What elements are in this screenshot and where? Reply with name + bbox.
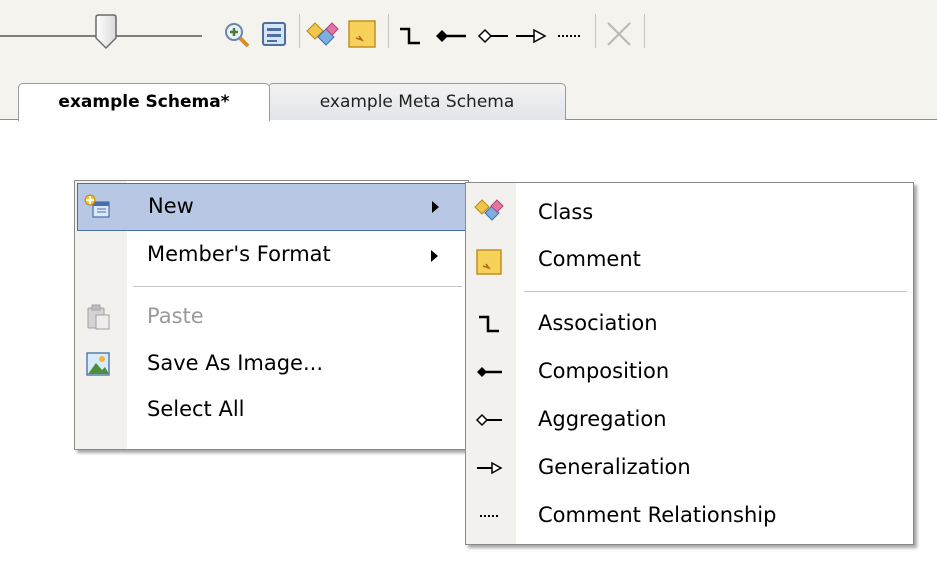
tab-label: example Meta Schema (319, 92, 515, 112)
tab-example-meta-schema[interactable]: example Meta Schema (268, 83, 566, 120)
submenu-item-generalization[interactable]: Generalization (466, 443, 913, 491)
composition-icon[interactable] (434, 20, 468, 50)
menu-item-members-format[interactable]: Member's Format (75, 231, 468, 279)
submenu-item-label: Comment Relationship (538, 503, 777, 527)
toolbar-separator (644, 14, 645, 48)
menu-item-label: New (148, 194, 194, 218)
tab-strip: example Schema* example Meta Schema (0, 80, 937, 121)
paste-icon (83, 302, 113, 332)
toolbar-separator (595, 14, 596, 48)
class-icon (474, 197, 504, 227)
menu-separator (133, 286, 462, 287)
submenu-item-label: Aggregation (538, 407, 667, 431)
submenu-item-label: Composition (538, 359, 670, 383)
comment-icon (474, 247, 504, 277)
menu-item-paste[interactable]: Paste (75, 294, 468, 340)
submenu-item-label: Generalization (538, 455, 691, 479)
comment-relationship-icon (474, 501, 504, 531)
menu-item-save-as-image[interactable]: Save As Image... (75, 340, 468, 388)
association-icon[interactable] (395, 20, 425, 50)
submenu-arrow-icon (432, 201, 439, 213)
menu-item-label: Member's Format (147, 242, 331, 266)
menu-separator (524, 291, 907, 292)
tab-label: example Schema* (58, 92, 230, 112)
layout-icon[interactable] (259, 20, 289, 50)
generalization-icon[interactable] (514, 20, 548, 50)
aggregation-icon[interactable] (476, 20, 510, 50)
menu-item-new[interactable]: New (77, 183, 466, 231)
generalization-icon (474, 453, 504, 483)
submenu-item-composition[interactable]: Composition (466, 347, 913, 395)
composition-icon (474, 357, 504, 387)
submenu-item-aggregation[interactable]: Aggregation (466, 395, 913, 443)
menu-item-label: Select All (147, 397, 245, 421)
comment-relationship-icon[interactable] (554, 20, 586, 50)
submenu-item-comment-relationship[interactable]: Comment Relationship (466, 491, 913, 539)
zoom-in-icon[interactable] (222, 20, 252, 50)
tab-example-schema[interactable]: example Schema* (18, 83, 270, 121)
submenu-item-association[interactable]: Association (466, 299, 913, 347)
submenu-arrow-icon (431, 250, 438, 262)
submenu-item-label: Class (538, 200, 594, 224)
submenu-item-label: Comment (538, 247, 641, 271)
toolbar (0, 0, 937, 80)
zoom-slider-thumb[interactable] (93, 14, 119, 50)
menu-item-label: Paste (147, 304, 204, 328)
delete-icon[interactable] (603, 18, 635, 50)
toolbar-separator (299, 14, 300, 48)
aggregation-icon (474, 405, 504, 435)
new-icon (82, 192, 112, 222)
submenu-item-label: Association (538, 311, 658, 335)
menu-item-label: Save As Image... (147, 351, 323, 375)
context-menu: New Member's Format Paste Save As Image.… (74, 180, 469, 450)
toolbar-separator (388, 14, 389, 48)
submenu-item-class[interactable]: Class (466, 187, 913, 235)
submenu-item-comment[interactable]: Comment (466, 235, 913, 283)
comment-icon[interactable] (346, 18, 378, 50)
class-icon[interactable] (306, 20, 340, 50)
image-icon (83, 349, 113, 379)
association-icon (474, 309, 504, 339)
menu-item-select-all[interactable]: Select All (75, 388, 468, 436)
new-submenu: Class Comment Association Composition Ag… (465, 182, 914, 545)
